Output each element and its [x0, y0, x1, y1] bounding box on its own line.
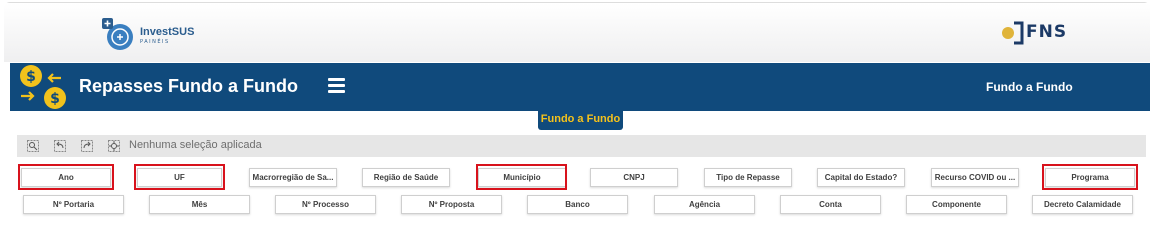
money-transfer-icon: $ $ [20, 65, 66, 109]
section-label[interactable]: Fundo a Fundo [986, 80, 1073, 94]
filter-tipo-repasse[interactable]: Tipo de Repasse [704, 168, 792, 187]
fns-logo-text: FNS [1026, 22, 1068, 42]
selections-bar: Nenhuma seleção aplicada [17, 135, 1146, 157]
selection-status: Nenhuma seleção aplicada [129, 139, 262, 151]
investsus-logo: InvestSUS PAINÉIS [100, 15, 220, 55]
app-frame: InvestSUS PAINÉIS FNS $ $ Repasses Fundo… [4, 2, 1150, 228]
filter-capital-estado[interactable]: Capital do Estado? [817, 168, 905, 187]
filter-agencia[interactable]: Agência [654, 195, 755, 214]
highlight-uf [134, 164, 225, 190]
filter-processo[interactable]: Nº Processo [275, 195, 376, 214]
filter-componente[interactable]: Componente [906, 195, 1007, 214]
filter-proposta[interactable]: Nº Proposta [401, 195, 502, 214]
top-header: InvestSUS PAINÉIS FNS [4, 2, 1150, 62]
tab-fundo-a-fundo[interactable]: Fundo a Fundo [538, 109, 623, 130]
filter-decreto-calamidade[interactable]: Decreto Calamidade [1032, 195, 1133, 214]
page-title: Repasses Fundo a Fundo [79, 76, 299, 96]
fns-logo: FNS [1000, 17, 1080, 49]
zoom-selection-icon[interactable] [27, 140, 39, 152]
filter-recurso-covid[interactable]: Recurso COVID ou ... [931, 168, 1019, 187]
filter-portaria[interactable]: Nº Portaria [23, 195, 124, 214]
filter-mes[interactable]: Mês [149, 195, 250, 214]
filter-cnpj[interactable]: CNPJ [590, 168, 678, 187]
investsus-logo-icon [102, 18, 133, 50]
filter-banco[interactable]: Banco [527, 195, 628, 214]
investsus-name: InvestSUS [140, 26, 195, 38]
svg-text:$: $ [26, 69, 36, 85]
step-back-icon[interactable] [54, 140, 66, 152]
svg-text:$: $ [50, 91, 60, 107]
title-bar: $ $ Repasses Fundo a Fundo Fundo a Fundo [10, 63, 1150, 111]
filter-regiao-saude[interactable]: Região de Saúde [362, 168, 450, 187]
clear-selections-icon[interactable] [108, 140, 120, 152]
highlight-municipio [476, 164, 567, 190]
filter-macrorregiao[interactable]: Macrorregião de Sa... [249, 168, 337, 187]
hamburger-menu-icon[interactable] [328, 78, 345, 95]
step-forward-icon[interactable] [81, 140, 93, 152]
highlight-ano [18, 164, 114, 190]
investsus-subtitle: PAINÉIS [140, 39, 170, 45]
highlight-programa [1042, 164, 1138, 190]
filter-conta[interactable]: Conta [780, 195, 881, 214]
fns-logo-icon [1002, 21, 1024, 45]
